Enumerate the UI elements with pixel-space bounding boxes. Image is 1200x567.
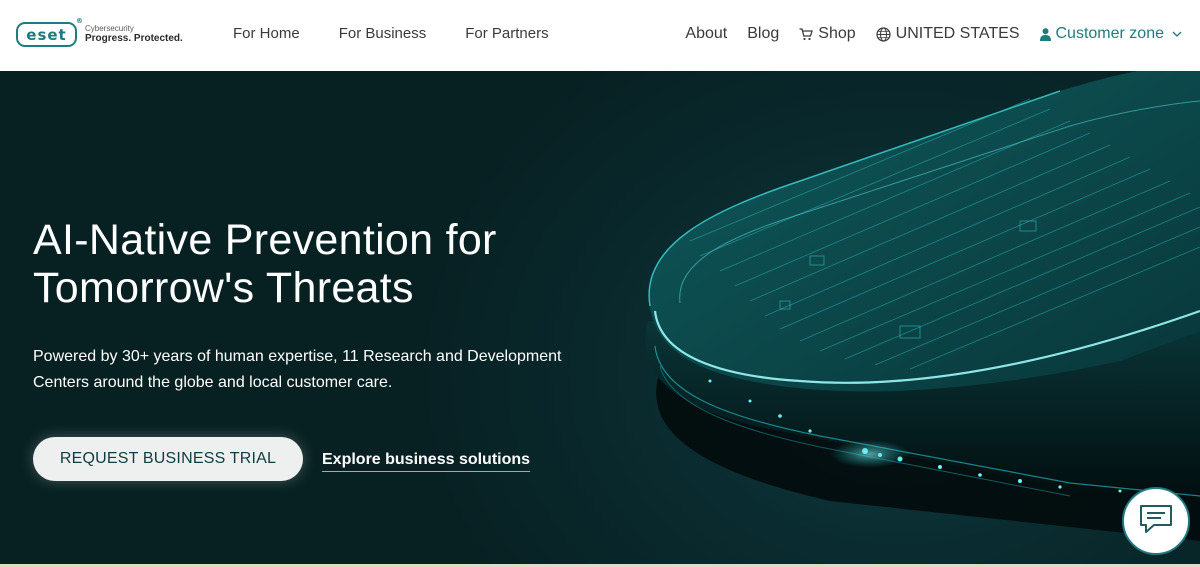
user-icon [1039, 27, 1051, 41]
nav-about-label: About [685, 25, 728, 42]
region-selector[interactable]: UNITED STATES [876, 25, 1020, 43]
globe-icon [876, 26, 891, 42]
logo-tagline-main: Progress. Protected. [85, 33, 183, 45]
nav-for-business[interactable]: For Business [339, 25, 427, 42]
hero-title: AI-Native Prevention for Tomorrow's Thre… [33, 216, 593, 312]
site-header: eset ® Cybersecurity Progress. Protected… [0, 0, 1200, 71]
nav-shop[interactable]: Shop [799, 25, 856, 43]
logo-mark: eset ® [16, 17, 83, 47]
hero-title-line2: Tomorrow's Threats [33, 264, 414, 312]
cart-icon [799, 27, 814, 41]
registered-mark: ® [76, 17, 84, 25]
nav-about[interactable]: About [685, 25, 727, 43]
chat-icon [1138, 503, 1174, 540]
chevron-down-icon [1172, 31, 1182, 37]
customer-zone-label: Customer zone [1055, 25, 1165, 42]
logo-tagline: Cybersecurity Progress. Protected. [85, 23, 183, 45]
chat-button[interactable] [1122, 487, 1190, 555]
customer-zone-menu[interactable]: Customer zone [1039, 25, 1183, 43]
nav-blog-label: Blog [747, 25, 780, 42]
nav-blog[interactable]: Blog [747, 25, 779, 43]
logo-mark-text: eset [26, 25, 67, 44]
nav-for-partners[interactable]: For Partners [465, 25, 548, 42]
nav-shop-label: Shop [818, 25, 856, 42]
logo-tagline-small: Cybersecurity [85, 23, 134, 33]
hero-subtitle: Powered by 30+ years of human expertise,… [33, 348, 562, 391]
main-nav: For Home For Business For Partners [233, 25, 549, 42]
hero-banner: AI-Native Prevention for Tomorrow's Thre… [0, 71, 1200, 564]
nav-for-home[interactable]: For Home [233, 25, 300, 42]
request-business-trial-button[interactable]: REQUEST BUSINESS TRIAL [33, 437, 303, 481]
hero-title-line1: AI-Native Prevention for [33, 216, 497, 264]
region-label: UNITED STATES [895, 25, 1020, 42]
hero-chip-illustration [645, 71, 1200, 541]
eset-logo[interactable]: eset ® Cybersecurity Progress. Protected… [16, 17, 183, 47]
explore-business-solutions-link[interactable]: Explore business solutions [322, 451, 531, 472]
utility-nav: About Blog Shop UNITED STATES Customer z… [685, 25, 1182, 43]
